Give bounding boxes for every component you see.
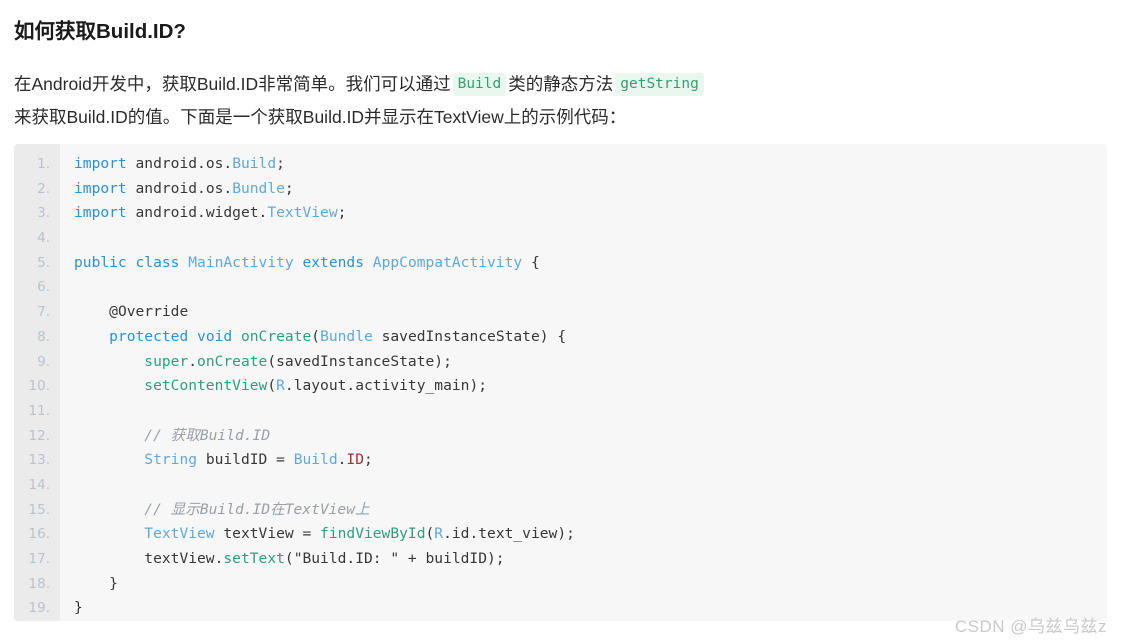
line-number: 7. (37, 304, 50, 321)
code-line: import android.os.Bundle; (74, 179, 294, 197)
code-line: TextView textView = findViewById(R.id.te… (144, 525, 575, 543)
line-number: 3. (37, 205, 50, 222)
code-line: String buildID = Build.ID; (144, 451, 373, 469)
code-line: // 获取Build.ID (74, 426, 271, 444)
code-line: } (74, 574, 118, 592)
code-line: } (74, 599, 83, 617)
code-line: import android.widget.TextView; (74, 204, 347, 222)
paragraph-segment-3: 来获取Build.ID的值。下面是一个获取Build.ID并显示在TextVie… (14, 107, 627, 127)
line-number: 16. (28, 526, 50, 543)
inline-code-getstring: getString (615, 73, 704, 96)
line-number: 8. (37, 328, 50, 345)
line-number: 15. (28, 501, 50, 518)
line-number: 4. (37, 230, 50, 247)
code-line: public class MainActivity extends AppCom… (74, 253, 540, 271)
paragraph-segment-1: 在Android开发中，获取Build.ID非常简单。我们可以通过 (14, 74, 451, 94)
article-paragraph: 在Android开发中，获取Build.ID非常简单。我们可以通过 Build 类的… (14, 68, 1110, 134)
line-number: 6. (37, 279, 50, 296)
code-line: import android.os.Build; (74, 155, 285, 172)
line-number: 1. (37, 156, 50, 172)
line-number: 14. (28, 476, 50, 493)
line-number: 9. (37, 353, 50, 370)
code-line-number-gutter: 1. 2. 3. 4. 5. 6. 7. 8. 9. 10. 11. 12. 1… (14, 144, 60, 621)
line-number: 17. (28, 551, 50, 567)
code-line: textView.setText("Build.ID: " + buildID)… (144, 550, 505, 567)
line-number: 12. (28, 427, 50, 444)
code-line: setContentView(R.layout.activity_main); (144, 377, 488, 395)
line-number: 11. (28, 402, 50, 419)
line-number: 5. (37, 254, 50, 271)
page-title: 如何获取Build.ID? (14, 20, 186, 43)
code-line: // 显示Build.ID在TextView上 (74, 500, 370, 518)
code-line: @Override (109, 303, 189, 321)
code-block[interactable]: 1. 2. 3. 4. 5. 6. 7. 8. 9. 10. 11. 12. 1… (14, 144, 1107, 621)
line-number: 13. (28, 452, 50, 469)
line-number: 10. (28, 378, 50, 395)
code-content[interactable]: import android.os.Build; import android.… (60, 144, 1107, 621)
paragraph-segment-2: 类的静态方法 (508, 74, 614, 94)
line-number: 19. (28, 600, 50, 617)
csdn-watermark: CSDN @乌兹乌兹z (954, 617, 1107, 636)
inline-code-build: Build (452, 73, 507, 96)
code-line: protected void onCreate(Bundle savedInst… (109, 327, 567, 345)
line-number: 18. (28, 575, 50, 592)
line-number: 2. (37, 180, 50, 197)
article-page: 如何获取Build.ID? 在Android开发中，获取Build.ID非常简单… (0, 0, 1121, 643)
code-line: super.onCreate(savedInstanceState); (144, 352, 452, 370)
